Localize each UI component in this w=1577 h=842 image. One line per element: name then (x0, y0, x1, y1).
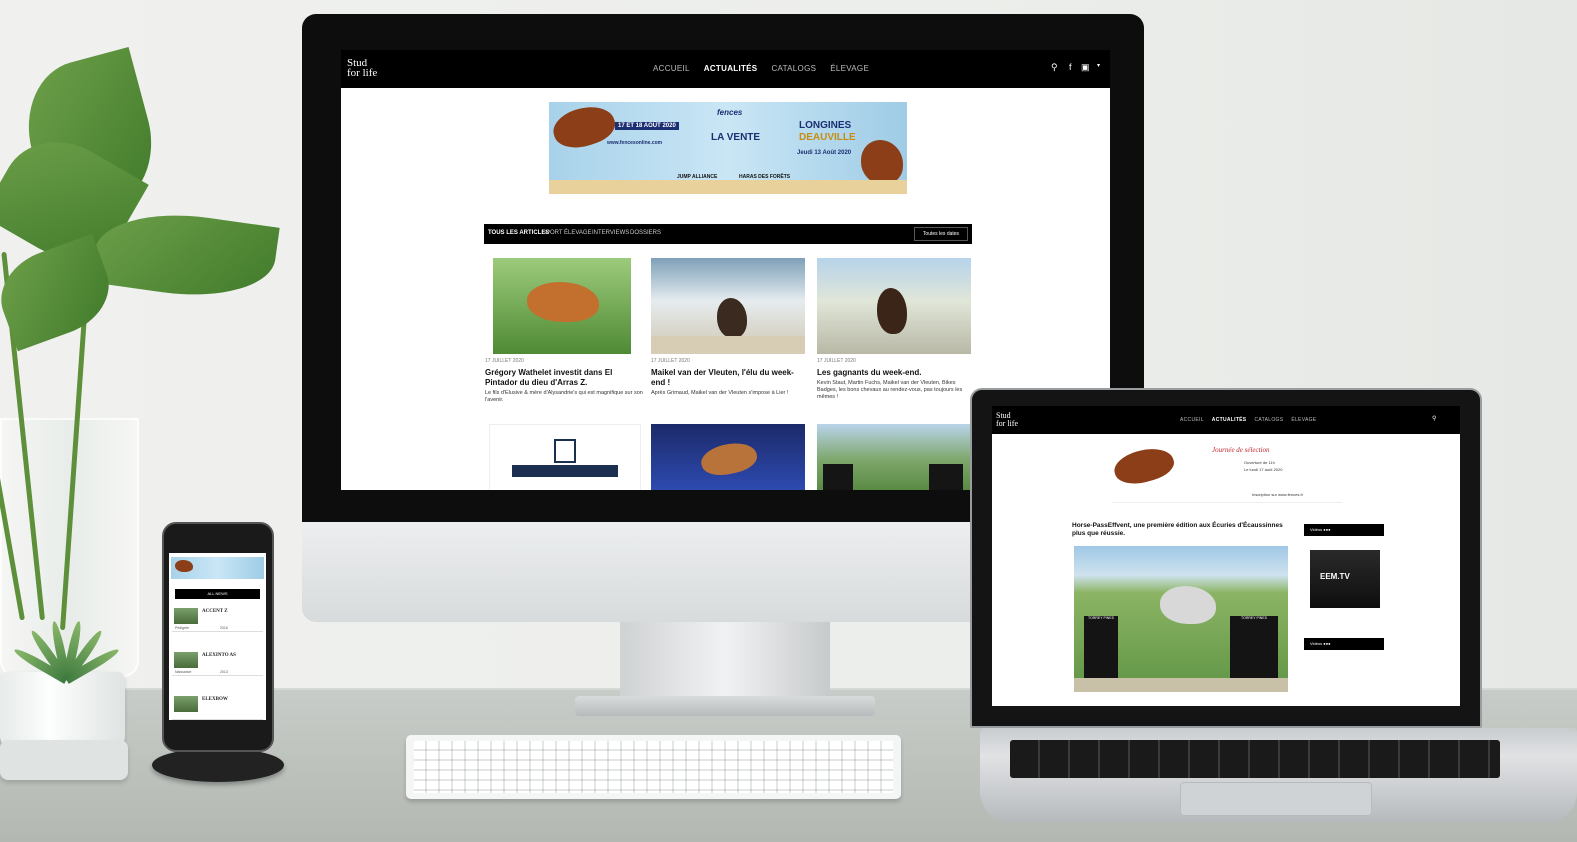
sidebar-videos-header: Vidéos ●●● (1304, 638, 1384, 650)
sponsor-panel: TORREY PINES (1084, 616, 1118, 682)
article-hero-image[interactable]: TORREY PINES TORREY PINES (1074, 546, 1288, 692)
site-header: Stud for life ACCUEIL ACTUALITÉS CATALOGS… (992, 406, 1460, 434)
sidebar-videos-header: Vidéos ●●● (1304, 524, 1384, 536)
keyboard (406, 735, 901, 799)
video-brand: EEM.TV (1320, 572, 1350, 581)
horse-image (549, 102, 620, 155)
article-date: 17 JUILLET 2020 (651, 358, 690, 364)
article-image[interactable] (817, 258, 971, 354)
banner-event: LA VENTE (711, 132, 761, 143)
phone-dock (152, 748, 284, 782)
laptop-trackpad (1180, 782, 1372, 816)
filter-sport[interactable]: SPORT (542, 230, 563, 236)
date-select[interactable]: Toutes les dates (914, 227, 968, 241)
banner-website: www.fencesonline.com (607, 140, 663, 146)
banner-beach (549, 180, 907, 194)
article-image[interactable] (651, 258, 805, 354)
filter-interviews[interactable]: INTERVIEWS (592, 230, 629, 236)
ad-banner[interactable]: Journée de sélection Ouverture de 11h Le… (1110, 442, 1342, 503)
filter-all[interactable]: TOUS LES ARTICLES (488, 230, 549, 236)
succulent (12, 600, 121, 684)
nav-elevage[interactable]: ÉLEVAGE (1291, 417, 1316, 423)
site-logo[interactable]: Stud for life (347, 58, 377, 79)
mobile-ad-banner[interactable] (171, 557, 264, 579)
article-excerpt: Kevin Staut, Martin Fuchs, Maikel van de… (817, 380, 963, 400)
banner-deauville: DEAUVILLE (799, 132, 856, 143)
sponsor-panel: TORREY PINES (1230, 616, 1278, 682)
article-excerpt: Après Grimaud, Maikel van der Vleuten s'… (651, 390, 789, 396)
nav-accueil[interactable]: ACCUEIL (653, 64, 690, 73)
site-logo[interactable]: Stud for life (996, 412, 1018, 428)
banner-detail: Ouverture de 11h (1244, 460, 1275, 465)
ad-banner[interactable]: 17 ET 18 AOÛT 2020 fences LA VENTE www.f… (549, 102, 907, 194)
nav-elevage[interactable]: ÉLEVAGE (830, 64, 869, 73)
video-thumbnail[interactable]: EEM.TV (1310, 550, 1380, 608)
banner-longines: LONGINES (799, 120, 852, 131)
nav-catalogs[interactable]: CATALOGS (771, 64, 816, 73)
article-title[interactable]: Les gagnants du week-end. (817, 368, 967, 378)
nav-accueil[interactable]: ACCUEIL (1180, 417, 1204, 423)
facebook-icon[interactable]: f (1069, 62, 1072, 72)
search-icon[interactable]: ⚲ (1051, 62, 1058, 73)
laptop-keyboard (1010, 740, 1500, 778)
pot-saucer (0, 740, 128, 780)
article-image[interactable] (651, 424, 805, 490)
list-item[interactable]: ACCENT Z Pédigrée 2016 (172, 605, 263, 632)
article-image[interactable] (817, 424, 971, 490)
banner-detail: Le lundi 17 août 2020 (1244, 467, 1283, 472)
article-image[interactable] (493, 258, 631, 354)
nav-catalogs[interactable]: CATALOGS (1254, 417, 1283, 423)
horse-image (861, 140, 903, 184)
instagram-icon[interactable]: ▣ (1081, 62, 1090, 73)
banner-date-right: Jeudi 13 Août 2020 (797, 150, 852, 156)
list-item[interactable]: ELEXBOW (172, 693, 263, 720)
imac-foot (575, 696, 875, 716)
language-icon[interactable]: ▾ (1097, 62, 1100, 69)
search-icon[interactable]: ⚲ (1432, 415, 1436, 422)
article-title[interactable]: Maikel van der Vleuten, l'élu du week-en… (651, 368, 801, 388)
filter-dossiers[interactable]: DOSSIERS (630, 230, 661, 236)
nav-actualites[interactable]: ACTUALITÉS (704, 64, 758, 73)
article-title[interactable]: Horse-PassEffvent, une première édition … (1072, 522, 1284, 538)
filter-elevage[interactable]: ÉLEVAGE (564, 230, 592, 236)
all-news-button[interactable]: ALL NEWS (175, 589, 260, 599)
article-date: 17 JUILLET 2020 (817, 358, 856, 364)
main-nav: ACCUEIL ACTUALITÉS CATALOGS ÉLEVAGE (1180, 417, 1316, 423)
laptop-website: Stud for life ACCUEIL ACTUALITÉS CATALOGS… (992, 406, 1460, 706)
imac-stand (620, 622, 830, 700)
list-item[interactable]: ALEXINTO AS Naissance 2013 (172, 649, 263, 676)
article-date: 17 JUILLET 2020 (485, 358, 524, 364)
site-header: Stud for life ACCUEIL ACTUALITÉS CATALOGS… (341, 50, 1110, 88)
article-title[interactable]: Grégory Wathelet investit dans El Pintad… (485, 368, 643, 388)
article-filter-bar: TOUS LES ARTICLES SPORT ÉLEVAGE INTERVIE… (484, 224, 972, 244)
main-nav: ACCUEIL ACTUALITÉS CATALOGS ÉLEVAGE (653, 64, 869, 73)
succulent-pot (0, 672, 125, 750)
article-image[interactable] (489, 424, 641, 490)
nav-actualites[interactable]: ACTUALITÉS (1212, 417, 1247, 423)
banner-brand: fences (717, 108, 743, 117)
banner-headline: Journée de sélection (1212, 446, 1270, 454)
banner-footer: Inscription sur www.fences.fr (1252, 492, 1303, 497)
banner-date: 17 ET 18 AOÛT 2020 (615, 122, 679, 130)
horse-image (1110, 442, 1178, 490)
phone-website: ALL NEWS ACCENT Z Pédigrée 2016 ALEXINTO… (169, 553, 266, 720)
article-excerpt: Le fils d'Elusive & mère d'Alysandrie's … (485, 390, 643, 403)
